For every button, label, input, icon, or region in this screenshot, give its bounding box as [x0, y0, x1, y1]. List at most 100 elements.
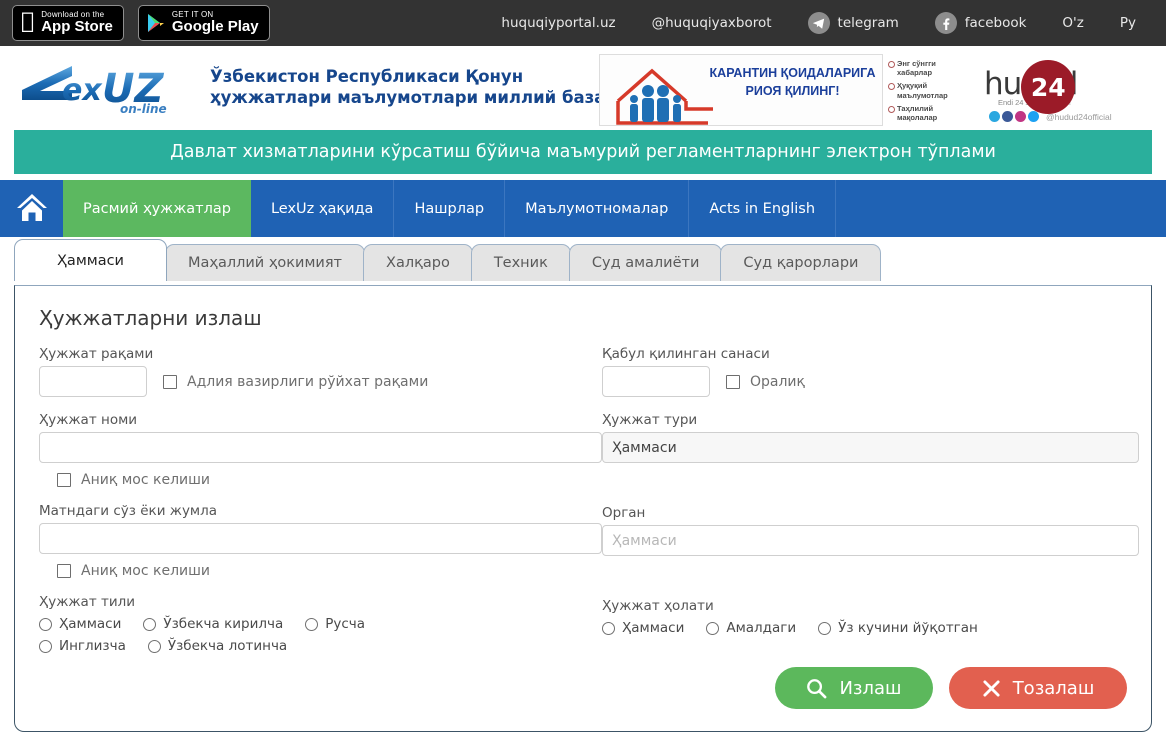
nav-item-references[interactable]: Маълумотномалар	[505, 180, 690, 237]
radio-doc-status-expired[interactable]	[818, 621, 832, 635]
field-doc-name-label: Ҳужжат номи	[39, 412, 138, 428]
top-link-portal[interactable]: huquqiyportal.uz	[483, 15, 633, 31]
lang-switch-uz[interactable]: O'z	[1044, 15, 1101, 31]
tab-local-government[interactable]: Маҳаллий ҳокимият	[164, 244, 366, 281]
top-link-facebook[interactable]: facebook	[917, 12, 1045, 34]
doc-language-option-ru-label: Русча	[325, 616, 366, 632]
nav-item-official-docs[interactable]: Расмий ҳужжатлар	[63, 180, 251, 237]
field-doc-number: Ҳужжат рақами Адлия вазирлиги рўйхат рақ…	[39, 346, 602, 397]
field-accepted-date: Қабул қилинган санаси Оралиқ	[602, 346, 1139, 397]
quarantine-line-1: КАРАНТИН ҚОИДАЛАРИГА	[709, 66, 876, 80]
top-link-handle[interactable]: @huquqiyaxborot	[634, 15, 790, 31]
doc-number-input[interactable]	[39, 366, 147, 397]
telegram-icon	[807, 12, 830, 34]
form-buttons: Излаш Тозалаш	[775, 667, 1127, 709]
top-bar:  Download on the App Store GET IT ON Go…	[0, 0, 1166, 46]
facebook-small-icon	[1002, 111, 1013, 122]
doc-status-option-active[interactable]: Амалдаги	[706, 620, 796, 636]
home-icon	[16, 192, 48, 226]
top-link-portal-label: huquqiyportal.uz	[501, 15, 616, 31]
form-column-left: Ҳужжат рақами Адлия вазирлиги рўйхат рақ…	[39, 346, 602, 654]
lang-switch-ru[interactable]: Ру	[1102, 15, 1154, 31]
hudud24-social: @hudud24official	[989, 111, 1112, 122]
interval-checkbox[interactable]	[726, 374, 740, 389]
field-doc-number-label: Ҳужжат рақами	[39, 346, 154, 362]
top-link-telegram[interactable]: telegram	[790, 12, 917, 34]
facebook-icon	[934, 12, 957, 34]
clear-button[interactable]: Тозалаш	[949, 667, 1127, 709]
doc-language-option-uz-latn[interactable]: Ўзбекча лотинча	[147, 638, 288, 654]
svg-text:on-line: on-line	[120, 102, 167, 116]
google-play-badge[interactable]: GET IT ON Google Play	[137, 5, 270, 41]
top-link-handle-label: @huquqiyaxborot	[651, 15, 772, 31]
radio-doc-language-ru[interactable]	[305, 617, 319, 631]
tab-technical[interactable]: Техник	[470, 244, 571, 281]
nav-item-about-lexuz[interactable]: LexUz ҳақида	[251, 180, 395, 237]
home-button[interactable]	[0, 180, 63, 237]
lexuz-logo[interactable]: ex UZ on-line	[20, 60, 205, 116]
apple-icon: 	[21, 10, 34, 33]
text-word-input[interactable]	[39, 523, 602, 554]
doc-language-option-all[interactable]: Ҳаммаси	[39, 616, 121, 632]
doc-type-select[interactable]	[602, 432, 1139, 463]
radio-doc-language-uz-latn[interactable]	[147, 639, 161, 653]
adliya-checkbox[interactable]	[163, 374, 177, 389]
tab-all[interactable]: Ҳаммаси	[14, 239, 167, 281]
radio-doc-status-all[interactable]	[602, 621, 615, 635]
clear-button-label: Тозалаш	[1012, 677, 1095, 699]
hudud24-bullet-1: Энг сўнгги хабарлар	[888, 59, 948, 78]
tab-court-decisions[interactable]: Суд қарорлари	[720, 244, 882, 281]
doc-language-option-uz-latn-label: Ўзбекча лотинча	[167, 638, 288, 654]
eservices-banner[interactable]: Давлат хизматларини кўрсатиш бўйича маъм…	[14, 130, 1152, 174]
radio-doc-status-active[interactable]	[706, 621, 720, 635]
doc-language-option-ru[interactable]: Русча	[305, 616, 365, 632]
doc-name-exact-row[interactable]: Аниқ мос келиши	[57, 472, 602, 488]
app-store-badge[interactable]:  Download on the App Store	[12, 5, 124, 41]
doc-language-option-en[interactable]: Инглизча	[39, 638, 126, 654]
hudud24-logo: hudud Endi 24 soat siz bilan! 24	[984, 60, 1078, 114]
doc-name-exact-checkbox[interactable]	[57, 473, 71, 487]
quarantine-banner[interactable]: КАРАНТИН ҚОИДАЛАРИГА РИОЯ ҚИЛИНГ!	[599, 54, 883, 126]
hudud24-banner[interactable]: Энг сўнгги хабарлар Ҳуқуқий маълумотлар …	[884, 54, 1159, 126]
organ-select[interactable]	[602, 525, 1139, 556]
doc-name-input[interactable]	[39, 432, 602, 463]
interval-checkbox-row[interactable]: Оралиқ	[726, 374, 805, 390]
doc-language-radio-row-1: Ҳаммаси Ўзбекча кирилча Русча	[39, 616, 602, 632]
doc-language-option-all-label: Ҳаммаси	[59, 616, 122, 632]
tab-bar: Ҳаммаси Маҳаллий ҳокимият Халқаро Техник…	[14, 239, 1166, 281]
telegram-small-icon	[989, 111, 1000, 122]
google-play-label: Google Play	[158, 18, 259, 36]
nav-item-publications[interactable]: Нашрлар	[394, 180, 506, 237]
doc-status-option-all[interactable]: Ҳаммаси	[602, 620, 684, 636]
tab-local-government-label: Маҳаллий ҳокимият	[187, 255, 343, 271]
text-word-exact-row[interactable]: Аниқ мос келиши	[57, 563, 602, 579]
top-link-facebook-label: facebook	[964, 15, 1027, 31]
site-header: ex UZ on-line Ўзбекистон Республикаси Қо…	[0, 46, 1166, 130]
quarantine-banner-text: КАРАНТИН ҚОИДАЛАРИГА РИОЯ ҚИЛИНГ!	[705, 64, 880, 100]
nav-item-acts-in-english[interactable]: Acts in English	[689, 180, 837, 237]
adliya-checkbox-row[interactable]: Адлия вазирлиги рўйхат рақами	[163, 374, 428, 390]
field-organ-label: Орган	[602, 505, 646, 521]
nav-item-official-docs-label: Расмий ҳужжатлар	[83, 200, 231, 217]
adliya-checkbox-label: Адлия вазирлиги рўйхат рақами	[187, 373, 429, 390]
interval-checkbox-label: Оралиқ	[750, 373, 805, 390]
doc-status-option-expired[interactable]: Ўз кучини йўқотган	[818, 620, 978, 636]
radio-doc-language-en[interactable]	[39, 639, 52, 653]
field-doc-status-label: Ҳужжат ҳолати	[602, 598, 714, 614]
radio-doc-language-uz-cyrl[interactable]	[143, 617, 157, 631]
page-title: Ҳужжатларни излаш	[39, 306, 262, 330]
text-word-exact-checkbox[interactable]	[57, 564, 71, 578]
field-accepted-date-row: Оралиқ	[602, 366, 1139, 397]
tab-international[interactable]: Халқаро	[363, 244, 473, 281]
doc-language-option-uz-cyrl[interactable]: Ўзбекча кирилча	[143, 616, 283, 632]
field-organ: Орган	[602, 505, 1139, 556]
accepted-date-input[interactable]	[602, 366, 710, 397]
search-button[interactable]: Излаш	[775, 667, 933, 709]
field-doc-number-row: Адлия вазирлиги рўйхат рақами	[39, 366, 602, 397]
doc-language-option-uz-cyrl-label: Ўзбекча кирилча	[163, 616, 284, 632]
radio-doc-language-all[interactable]	[39, 617, 52, 631]
search-icon	[806, 678, 827, 699]
tab-court-practice[interactable]: Суд амалиёти	[568, 244, 723, 281]
tab-court-decisions-label: Суд қарорлари	[743, 255, 859, 271]
tab-technical-label: Техник	[493, 255, 548, 271]
